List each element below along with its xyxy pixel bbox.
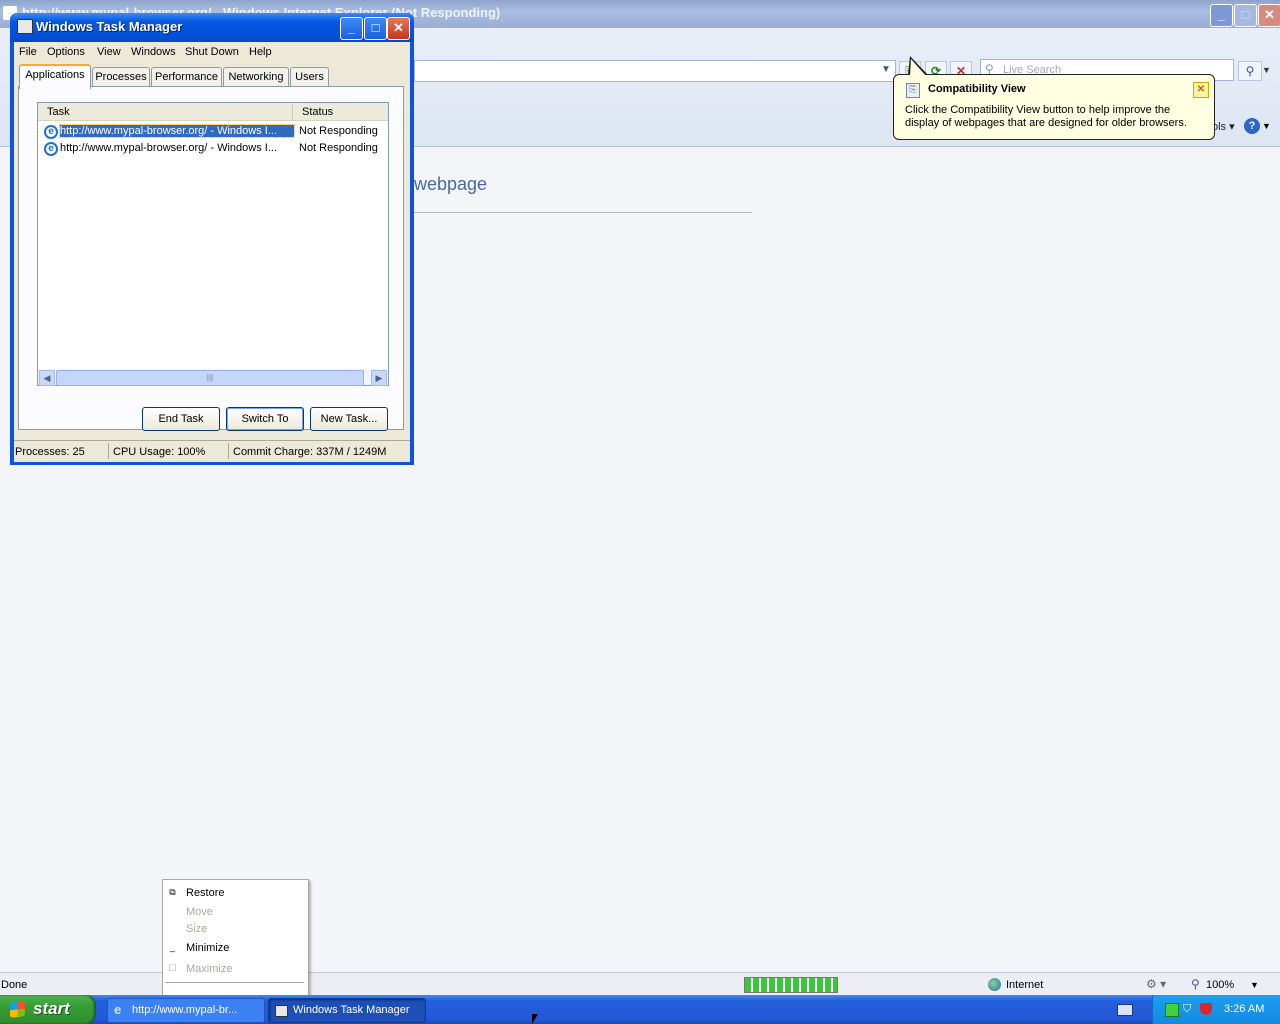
address-bar[interactable]: ▼ — [414, 60, 896, 82]
task-manager-app-icon — [17, 19, 33, 34]
scroll-left-icon[interactable]: ◀ — [39, 370, 55, 386]
status-divider — [108, 443, 109, 459]
ie-maximize-button[interactable]: □ — [1234, 4, 1257, 27]
protected-mode-icon[interactable]: ⚙ ▾ — [1146, 977, 1166, 991]
help-icon[interactable]: ? — [1244, 118, 1260, 134]
menu-bar: File Options View Windows Shut Down Help — [14, 42, 410, 62]
task-manager-title-bar[interactable]: Windows Task Manager _ □ ✕ — [10, 13, 414, 42]
column-divider[interactable] — [292, 105, 293, 119]
globe-icon — [988, 978, 1001, 991]
cpu-usage: CPU Usage: 100% — [113, 446, 206, 458]
compatibility-view-icon: ⎘ — [906, 83, 920, 98]
security-alert-icon[interactable] — [1200, 1003, 1212, 1015]
menu-item-maximize: ☐ Maximize — [168, 963, 233, 975]
compatibility-view-balloon: ⎘ Compatibility View Click the Compatibi… — [893, 74, 1215, 140]
zoom-chevron-icon[interactable]: ▼ — [1250, 980, 1259, 990]
task-name: http://www.mypal-browser.org/ - Windows … — [59, 124, 295, 138]
maximize-button[interactable]: □ — [364, 17, 387, 40]
menu-item-restore[interactable]: ⧉ Restore — [163, 884, 308, 902]
start-button[interactable]: start — [0, 995, 96, 1024]
task-manager-title: Windows Task Manager — [36, 19, 183, 34]
minimize-button[interactable]: _ — [340, 17, 363, 40]
balloon-text: Click the Compatibility View button to h… — [905, 104, 1187, 129]
end-task-button[interactable]: End Task — [142, 407, 220, 431]
start-label: start — [33, 999, 70, 1018]
scroll-right-icon[interactable]: ▶ — [371, 370, 387, 386]
tab-users[interactable]: Users — [290, 67, 329, 87]
shield-icon[interactable]: ⛉ — [1183, 1003, 1195, 1015]
task-manager-icon — [275, 1005, 288, 1017]
tab-performance[interactable]: Performance — [151, 67, 222, 87]
zoom-icon: ⚲ — [1191, 977, 1200, 991]
progress-fill — [745, 978, 837, 992]
column-status[interactable]: Status — [302, 106, 333, 118]
menu-separator — [165, 982, 304, 983]
taskbar-button-task-manager[interactable]: Windows Task Manager — [268, 998, 426, 1023]
security-zone-label: Internet — [1006, 979, 1044, 991]
task-row[interactable]: e http://www.mypal-browser.org/ - Window… — [42, 124, 382, 140]
clock[interactable]: 3:26 AM — [1224, 1003, 1264, 1015]
page-divider — [414, 212, 752, 213]
help-chevron-icon[interactable]: ▼ — [1262, 121, 1271, 131]
menu-item-size: Size — [186, 923, 208, 935]
status-divider — [228, 443, 229, 459]
menu-item-minimize[interactable]: _ Minimize — [163, 939, 308, 957]
task-status: Not Responding — [299, 142, 378, 154]
search-go-button[interactable]: ⚲ — [1238, 61, 1262, 81]
balloon-title: Compatibility View — [928, 83, 1026, 95]
menu-view[interactable]: View — [97, 46, 121, 58]
balloon-close-button[interactable]: ✕ — [1193, 82, 1209, 98]
tools-menu-button[interactable]: ols ▾ — [1212, 120, 1235, 133]
system-tray: ⛉ 3:26 AM — [1152, 995, 1280, 1024]
task-manager-body: File Options View Windows Shut Down Help… — [14, 42, 410, 462]
task-list-header: Task Status — [38, 103, 388, 121]
taskbar-button-ie[interactable]: e http://www.mypal-br... — [107, 998, 265, 1023]
window-context-menu: ⧉ Restore Move Size _ Minimize ☐ Maximiz… — [162, 879, 309, 997]
menu-item-move: Move — [186, 906, 213, 918]
task-list[interactable]: Task Status e http://www.mypal-browser.o… — [37, 102, 389, 386]
horizontal-scrollbar[interactable]: ◀ ||| ▶ — [38, 369, 388, 386]
zoom-level[interactable]: 100% — [1206, 979, 1234, 991]
status-text: Done — [1, 979, 28, 991]
minimize-icon: _ — [169, 942, 175, 952]
internet-explorer-icon: e — [44, 125, 58, 139]
ie-minimize-button[interactable]: _ — [1210, 4, 1233, 27]
page-heading: webpage — [414, 174, 488, 194]
internet-explorer-icon: e — [114, 1002, 122, 1017]
task-name: http://www.mypal-browser.org/ - Windows … — [60, 142, 278, 154]
commit-charge: Commit Charge: 337M / 1249M — [233, 446, 387, 458]
menu-shut-down[interactable]: Shut Down — [185, 46, 239, 58]
menu-options[interactable]: Options — [47, 46, 85, 58]
search-options-chevron-icon[interactable]: ▼ — [1262, 65, 1271, 75]
scrollbar-thumb[interactable]: ||| — [56, 370, 364, 386]
chevron-down-icon[interactable]: ▼ — [879, 63, 893, 77]
column-task[interactable]: Task — [47, 106, 70, 118]
taskbar: start e http://www.mypal-br... Windows T… — [0, 995, 1280, 1024]
page-load-progress — [744, 977, 838, 993]
close-button[interactable]: ✕ — [387, 17, 410, 40]
windows-logo-icon — [10, 1001, 25, 1018]
new-task-button[interactable]: New Task... — [310, 407, 388, 431]
tab-networking[interactable]: Networking — [223, 67, 289, 87]
task-manager-status-bar: Processes: 25 CPU Usage: 100% Commit Cha… — [14, 440, 410, 462]
restore-icon: ⧉ — [169, 887, 176, 897]
tab-applications[interactable]: Applications — [19, 64, 91, 89]
menu-file[interactable]: File — [19, 46, 37, 58]
maximize-icon: ☐ — [168, 963, 177, 973]
menu-windows[interactable]: Windows — [131, 46, 176, 58]
task-row[interactable]: e http://www.mypal-browser.org/ - Window… — [42, 141, 382, 157]
mouse-cursor-icon — [532, 1014, 538, 1024]
security-zone[interactable]: Internet — [986, 977, 1126, 993]
tab-processes[interactable]: Processes — [92, 67, 150, 87]
ie-close-button[interactable]: ✕ — [1258, 4, 1280, 27]
internet-explorer-icon: e — [44, 142, 58, 156]
processes-count: Processes: 25 — [15, 446, 85, 458]
task-manager-window: Windows Task Manager _ □ ✕ File Options … — [10, 13, 414, 465]
keyboard-icon[interactable] — [1117, 1004, 1133, 1016]
task-status: Not Responding — [299, 125, 378, 137]
balloon-tail-fill — [910, 59, 926, 76]
switch-to-button[interactable]: Switch To — [226, 407, 304, 431]
network-icon[interactable] — [1165, 1003, 1179, 1017]
menu-help[interactable]: Help — [249, 46, 272, 58]
